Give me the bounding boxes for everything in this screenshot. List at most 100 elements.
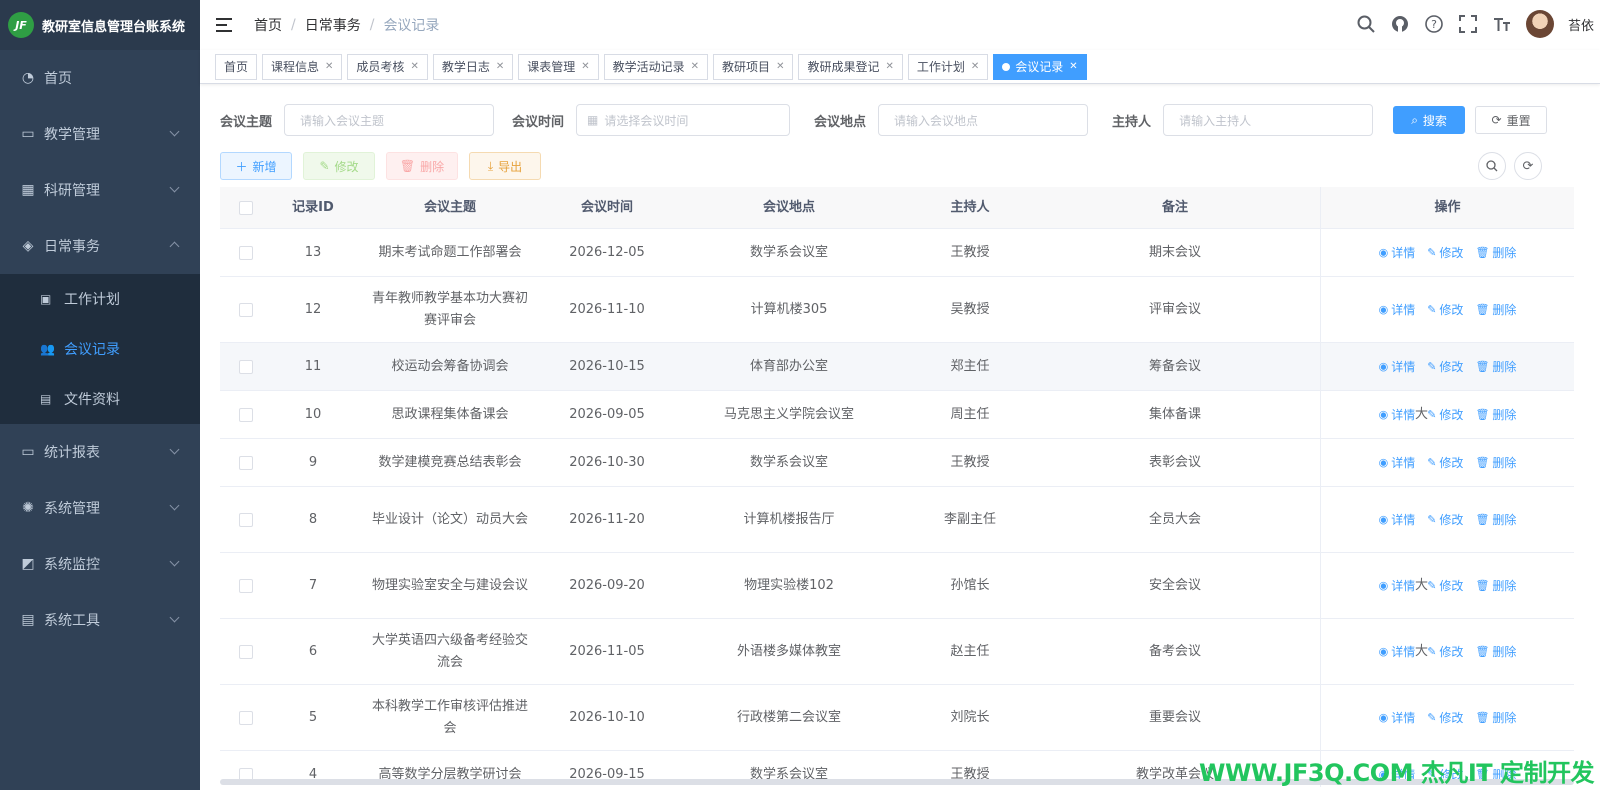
- edit-row-button[interactable]: ✎ 修改: [1427, 299, 1463, 321]
- row-checkbox[interactable]: [239, 578, 253, 593]
- delete-row-button[interactable]: 🗑 删除: [1475, 404, 1516, 426]
- edit-row-button[interactable]: ✎ 修改: [1427, 575, 1463, 597]
- close-icon[interactable]: ✕: [776, 61, 784, 72]
- edit-row-button[interactable]: ✎ 修改: [1427, 641, 1463, 663]
- close-icon[interactable]: ✕: [496, 61, 504, 72]
- reset-button[interactable]: ⟳ 重置: [1475, 106, 1548, 134]
- font-size-icon[interactable]: [1492, 14, 1512, 34]
- tag-7[interactable]: 教研成果登记 ✕: [798, 53, 903, 80]
- sidebar-item-6[interactable]: ◩ 系统监控: [0, 536, 200, 592]
- action-label: 修改: [1439, 512, 1464, 527]
- tag-4[interactable]: 课表管理 ✕: [518, 53, 599, 80]
- delete-row-button[interactable]: 🗑 删除: [1475, 452, 1516, 474]
- refresh-icon[interactable]: ⟳: [1514, 152, 1542, 180]
- table-row[interactable]: 6 大学英语四六级备考经验交流会 2026-11-05 外语楼多媒体教室 赵主任 备考会议…: [220, 619, 1574, 685]
- row-checkbox[interactable]: [239, 359, 253, 374]
- toggle-search-icon[interactable]: [1478, 152, 1506, 180]
- hamburger-icon[interactable]: [216, 18, 232, 32]
- sidebar-item-3[interactable]: ◈ 日常事务: [0, 218, 200, 274]
- search-input-1[interactable]: ▦ 请选择会议时间: [576, 104, 791, 136]
- sidebar-item-0[interactable]: ◔ 首页: [0, 50, 200, 106]
- delete-row-button[interactable]: 🗑 删除: [1475, 299, 1516, 321]
- sidebar-item-4[interactable]: ▭ 统计报表: [0, 424, 200, 480]
- row-checkbox[interactable]: [239, 710, 253, 725]
- add-button[interactable]: ＋新增: [220, 152, 292, 180]
- sidebar-subitem-0[interactable]: ▣ 工作计划: [0, 274, 200, 324]
- detail-button[interactable]: ◉ 详情: [1379, 509, 1416, 531]
- close-icon[interactable]: ✕: [691, 61, 699, 72]
- search-icon[interactable]: [1356, 14, 1376, 34]
- edit-row-button[interactable]: ✎ 修改: [1427, 707, 1463, 729]
- table-row[interactable]: 12 青年教师教学基本功大赛初赛评审会 2026-11-10 计算机楼305 吴教授 评审…: [220, 277, 1574, 343]
- detail-button[interactable]: ◉ 详情: [1379, 299, 1416, 321]
- edit-row-button[interactable]: ✎ 修改: [1427, 509, 1463, 531]
- edit-row-button[interactable]: ✎ 修改: [1427, 356, 1463, 378]
- detail-button[interactable]: ◉ 详情: [1379, 356, 1416, 378]
- close-icon[interactable]: ✕: [885, 61, 893, 72]
- edit-button[interactable]: ✎ 修改: [303, 152, 375, 180]
- table-row[interactable]: 5 本科教学工作审核评估推进会 2026-10-10 行政楼第二会议室 刘院长 重要会议 ◉…: [220, 685, 1574, 751]
- search-input-3[interactable]: 请输入主持人: [1163, 104, 1374, 136]
- tag-5[interactable]: 教学活动记录 ✕: [603, 53, 709, 80]
- delete-button[interactable]: 🗑 删除: [386, 152, 458, 180]
- delete-row-button[interactable]: 🗑 删除: [1475, 356, 1516, 378]
- sidebar-item-2[interactable]: ▦ 科研管理: [0, 162, 200, 218]
- tag-6[interactable]: 教研项目 ✕: [713, 53, 794, 80]
- tag-1[interactable]: 课程信息 ✕: [262, 53, 343, 80]
- detail-button[interactable]: ◉ 详情: [1379, 707, 1416, 729]
- close-icon[interactable]: ✕: [581, 61, 589, 72]
- table-row[interactable]: 7 物理实验室安全与建设会议 2026-09-20 物理实验楼102 孙馆长 安全会议大 ◉…: [220, 553, 1574, 619]
- sidebar-item-1[interactable]: ▭ 教学管理: [0, 106, 200, 162]
- search-input-0[interactable]: 请输入会议主题: [284, 104, 495, 136]
- table-row[interactable]: 11 校运动会筹备协调会 2026-10-15 体育部办公室 郑主任 筹备会议 ◉ 详情 ✎ 修改…: [220, 343, 1574, 391]
- breadcrumb-home[interactable]: 首页: [254, 15, 282, 35]
- help-icon[interactable]: ?: [1424, 14, 1444, 34]
- detail-button[interactable]: ◉ 详情: [1379, 404, 1416, 426]
- logo[interactable]: JF 教研室信息管理台账系统: [0, 0, 200, 50]
- row-checkbox[interactable]: [239, 512, 253, 527]
- tag-9[interactable]: 会议记录 ✕: [993, 53, 1087, 80]
- detail-button[interactable]: ◉ 详情: [1379, 641, 1416, 663]
- table-row[interactable]: 13 期末考试命题工作部署会 2026-12-05 数学系会议室 王教授 期末会议 ◉ 详情 ✎…: [220, 229, 1574, 277]
- detail-button[interactable]: ◉ 详情: [1379, 452, 1416, 474]
- delete-row-button[interactable]: 🗑 删除: [1475, 707, 1516, 729]
- close-icon[interactable]: ✕: [410, 61, 418, 72]
- sidebar-item-7[interactable]: ▤ 系统工具: [0, 592, 200, 648]
- detail-button[interactable]: ◉ 详情: [1379, 242, 1416, 264]
- tag-2[interactable]: 成员考核 ✕: [347, 53, 428, 80]
- delete-row-button[interactable]: 🗑 删除: [1475, 242, 1516, 264]
- search-input-2[interactable]: 请输入会议地点: [878, 104, 1089, 136]
- edit-row-button[interactable]: ✎ 修改: [1427, 404, 1463, 426]
- sidebar-subitem-2[interactable]: ▤ 文件资料: [0, 374, 200, 424]
- edit-row-button[interactable]: ✎ 修改: [1427, 452, 1463, 474]
- edit-row-button[interactable]: ✎ 修改: [1427, 242, 1463, 264]
- user-name[interactable]: 苔依: [1568, 15, 1594, 34]
- row-checkbox[interactable]: [239, 644, 253, 659]
- select-all-checkbox[interactable]: [239, 200, 253, 215]
- delete-row-button[interactable]: 🗑 删除: [1475, 641, 1516, 663]
- row-checkbox[interactable]: [239, 302, 253, 317]
- sidebar-subitem-1[interactable]: 👥 会议记录: [0, 324, 200, 374]
- close-icon[interactable]: ✕: [971, 61, 979, 72]
- tag-8[interactable]: 工作计划 ✕: [907, 53, 989, 80]
- delete-row-button[interactable]: 🗑 删除: [1475, 509, 1516, 531]
- sidebar-item-5[interactable]: ✺ 系统管理: [0, 480, 200, 536]
- table-row[interactable]: 10 思政课程集体备课会 2026-09-05 马克思主义学院会议室 周主任 集体备课大 ◉…: [220, 391, 1574, 439]
- tag-0[interactable]: 首页: [215, 53, 258, 80]
- github-icon[interactable]: [1390, 14, 1410, 34]
- delete-row-button[interactable]: 🗑 删除: [1475, 575, 1516, 597]
- table-row[interactable]: 8 毕业设计（论文）动员大会 2026-11-20 计算机楼报告厅 李副主任 全员大会 ◉ 详…: [220, 487, 1574, 553]
- table-row[interactable]: 9 数学建模竞赛总结表彰会 2026-10-30 数学系会议室 王教授 表彰会议 ◉ 详情 ✎ 修…: [220, 439, 1574, 487]
- export-button[interactable]: ⤓ 导出: [469, 152, 541, 180]
- search-button[interactable]: ⌕ 搜索: [1393, 106, 1466, 134]
- close-icon[interactable]: ✕: [325, 61, 333, 72]
- tag-3[interactable]: 教学日志 ✕: [432, 53, 514, 80]
- row-checkbox[interactable]: [239, 245, 253, 260]
- avatar[interactable]: [1525, 10, 1554, 38]
- detail-button[interactable]: ◉ 详情: [1379, 575, 1416, 597]
- action-label: 删除: [1492, 512, 1517, 527]
- row-checkbox[interactable]: [239, 407, 253, 422]
- row-checkbox[interactable]: [239, 455, 253, 470]
- close-icon[interactable]: ✕: [1069, 61, 1077, 72]
- fullscreen-icon[interactable]: [1458, 14, 1478, 34]
